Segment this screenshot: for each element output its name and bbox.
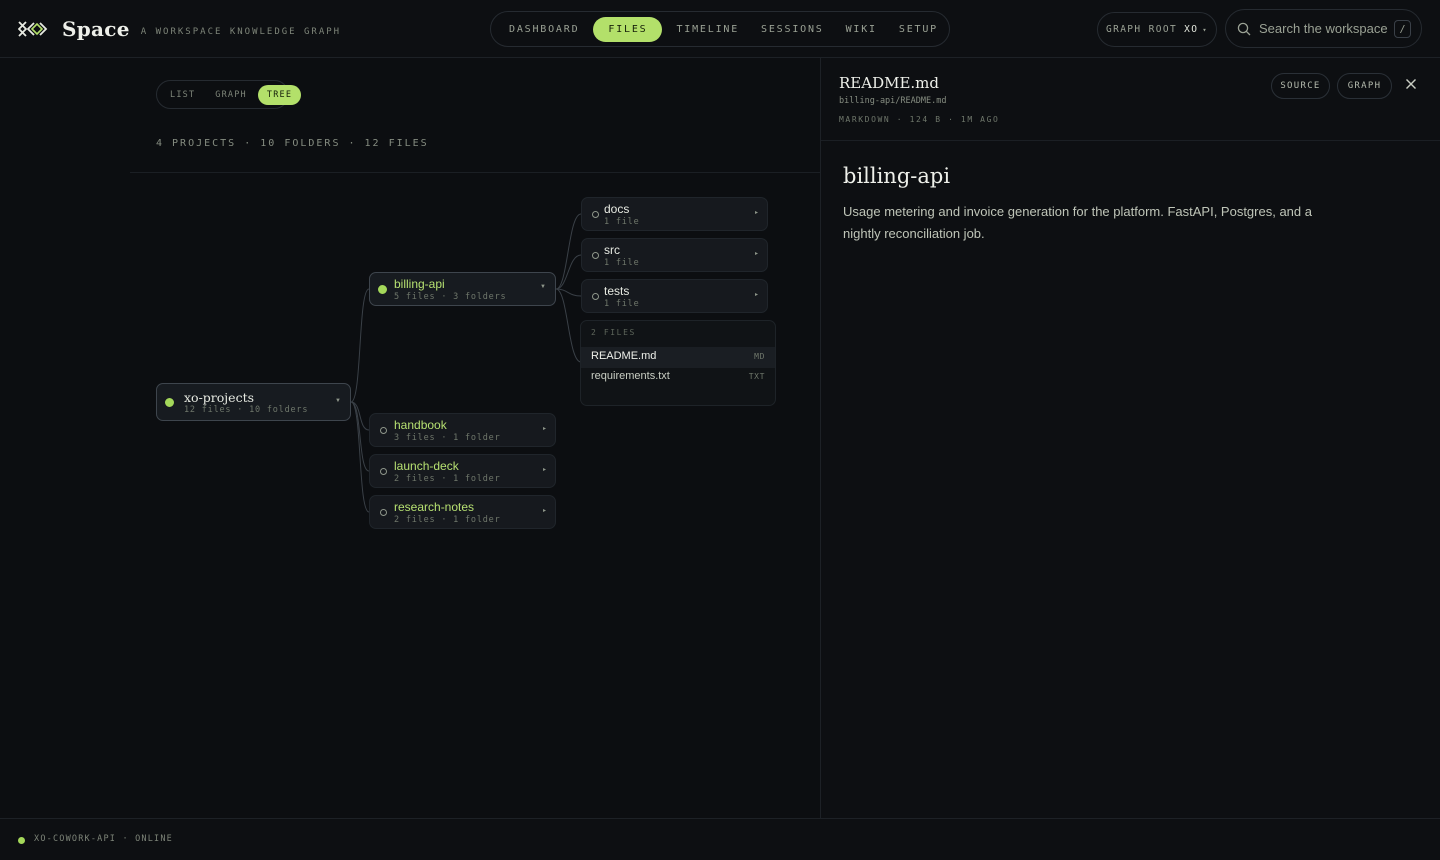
nav-timeline[interactable]: TIMELINE [668, 17, 747, 42]
chevron-right-icon[interactable]: ▸ [755, 250, 758, 257]
preview-title: README.md [839, 74, 940, 92]
node-dot-icon [165, 398, 174, 407]
chevron-right-icon[interactable]: ▸ [755, 291, 758, 298]
file-name: README.md [591, 350, 657, 362]
file-row[interactable]: README.md MD [581, 347, 775, 368]
node-dot-icon [380, 427, 387, 434]
node-meta: 1 file [604, 217, 640, 227]
top-bar: Space A WORKSPACE KNOWLEDGE GRAPH DASHBO… [0, 0, 1440, 58]
document-body: Usage metering and invoice generation fo… [843, 204, 1312, 241]
view-toggle: LIST GRAPH TREE [156, 80, 302, 109]
tree-node-project[interactable]: research-notes 2 files · 1 folder ▸ [369, 495, 556, 529]
preview-path: billing-api/README.md [839, 96, 947, 106]
document-heading: billing-api [843, 164, 951, 188]
node-meta: 2 files · 1 folder [394, 515, 501, 525]
node-dot-icon [380, 509, 387, 516]
node-dot-icon [380, 468, 387, 475]
node-name: src [604, 243, 620, 257]
chevron-right-icon[interactable]: ▸ [543, 507, 546, 514]
file-type: TXT [748, 372, 765, 381]
tree-node-project[interactable]: billing-api 5 files · 3 folders ▼ [369, 272, 556, 306]
node-meta: 2 files · 1 folder [394, 474, 501, 484]
node-name: launch-deck [394, 459, 459, 473]
chevron-right-icon[interactable]: ▸ [543, 425, 546, 432]
view-graph-button[interactable]: GRAPH [206, 85, 256, 105]
chevron-down-icon[interactable]: ▼ [540, 284, 546, 290]
node-dot-icon [378, 285, 387, 294]
files-list-panel: 2 FILES README.md MD requirements.txt TX… [580, 320, 776, 406]
node-name: billing-api [394, 277, 445, 291]
node-meta: 3 files · 1 folder [394, 433, 501, 443]
search-box[interactable]: / [1225, 9, 1422, 48]
divider [130, 172, 820, 173]
status-bar: XO-COWORK-API · ONLINE [0, 818, 1440, 860]
app-tagline: A WORKSPACE KNOWLEDGE GRAPH [140, 26, 342, 37]
node-name: handbook [394, 418, 447, 432]
preview-meta: MARKDOWN · 124 B · 1M AGO [839, 115, 1000, 124]
node-name: docs [604, 202, 630, 216]
view-list-button[interactable]: LIST [161, 85, 204, 105]
search-icon [1237, 22, 1251, 35]
node-name: tests [604, 284, 630, 298]
node-meta: 12 files · 10 folders [184, 405, 309, 415]
search-shortcut-key: / [1394, 20, 1411, 38]
preview-pane: README.md billing-api/README.md MARKDOWN… [820, 58, 1440, 818]
divider [821, 140, 1440, 141]
tree-node-project[interactable]: handbook 3 files · 1 folder ▸ [369, 413, 556, 447]
file-type: MD [754, 352, 765, 361]
view-tree-button[interactable]: TREE [257, 84, 302, 105]
nav-files[interactable]: FILES [593, 16, 663, 42]
node-dot-icon [592, 211, 599, 218]
graph-root-value: XO [1184, 24, 1199, 35]
tree-node-folder[interactable]: tests 1 file ▸ [581, 279, 768, 313]
search-input[interactable] [1259, 21, 1389, 36]
nav-sessions[interactable]: SESSIONS [753, 17, 832, 42]
chevron-down-icon[interactable]: ▼ [335, 398, 341, 404]
graph-root-selector[interactable]: GRAPH ROOT XO ▾ [1097, 12, 1217, 47]
chevron-down-icon: ▾ [1202, 25, 1209, 34]
main-nav: DASHBOARD FILES TIMELINE SESSIONS WIKI S… [490, 11, 950, 47]
logo-icon [18, 21, 48, 37]
workspace-counts: 4 PROJECTS · 10 FOLDERS · 12 FILES [156, 138, 429, 149]
graph-button[interactable]: GRAPH [1337, 73, 1392, 99]
nav-wiki[interactable]: WIKI [838, 17, 885, 42]
tree-edges [350, 213, 582, 513]
tree-node-project[interactable]: launch-deck 2 files · 1 folder ▸ [369, 454, 556, 488]
graph-root-label: GRAPH ROOT [1105, 24, 1178, 35]
nav-setup[interactable]: SETUP [891, 17, 946, 42]
brand[interactable]: Space A WORKSPACE KNOWLEDGE GRAPH [18, 17, 341, 41]
close-icon[interactable] [1403, 76, 1419, 92]
tree-node-folder[interactable]: src 1 file ▸ [581, 238, 768, 272]
nav-dashboard[interactable]: DASHBOARD [501, 17, 587, 42]
node-meta: 1 file [604, 299, 640, 309]
node-meta: 5 files · 3 folders [394, 292, 507, 302]
connection-status: XO-COWORK-API · ONLINE [34, 834, 173, 844]
chevron-right-icon[interactable]: ▸ [755, 209, 758, 216]
node-name: xo-projects [184, 390, 255, 405]
online-status-icon [18, 837, 25, 844]
file-row[interactable]: requirements.txt TXT [581, 367, 775, 388]
tree-node-root[interactable]: xo-projects 12 files · 10 folders ▼ [156, 383, 351, 421]
node-dot-icon [592, 293, 599, 300]
file-name: requirements.txt [591, 370, 670, 382]
files-count-heading: 2 FILES [591, 328, 636, 337]
node-dot-icon [592, 252, 599, 259]
node-meta: 1 file [604, 258, 640, 268]
app-name: Space [62, 17, 130, 41]
source-button[interactable]: SOURCE [1271, 73, 1330, 99]
tree-node-folder[interactable]: docs 1 file ▸ [581, 197, 768, 231]
node-name: research-notes [394, 500, 475, 514]
chevron-right-icon[interactable]: ▸ [543, 466, 546, 473]
